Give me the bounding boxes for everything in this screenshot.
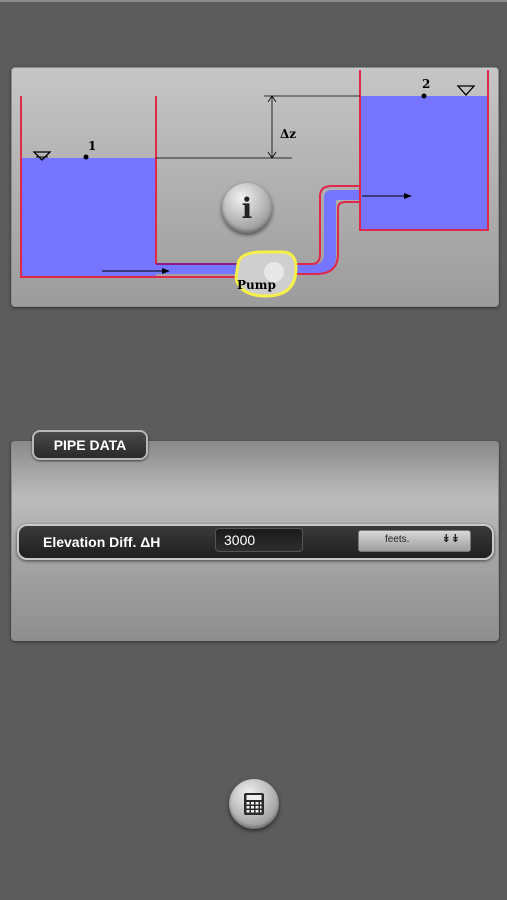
unit-dropdown[interactable]: feets. ↡↡ <box>358 530 471 552</box>
unit-selected: feets. <box>385 534 410 545</box>
left-tank-water <box>22 158 156 277</box>
elevation-label: Elevation Diff. ΔH <box>43 534 161 550</box>
info-icon: i <box>241 191 253 225</box>
point-1-label: 1 <box>88 139 96 153</box>
pump-label: Pump <box>237 278 276 292</box>
point-2-marker <box>421 93 427 99</box>
elevation-row: Elevation Diff. ΔH 3000 feets. ↡↡ <box>17 524 494 560</box>
delta-z-label: Δz <box>280 127 296 141</box>
calculate-button[interactable] <box>229 779 279 829</box>
top-separator <box>0 0 507 2</box>
point-1-marker <box>83 154 89 160</box>
info-button[interactable]: i <box>222 183 272 233</box>
chevron-double-down-icon: ↡↡ <box>441 532 460 545</box>
point-2-label: 2 <box>422 77 430 91</box>
pipe-data-title: PIPE DATA <box>32 430 148 460</box>
calculator-icon <box>244 793 264 815</box>
elevation-input[interactable]: 3000 <box>215 528 303 552</box>
right-tank-water <box>360 96 488 230</box>
right-surface-marker <box>456 85 476 96</box>
